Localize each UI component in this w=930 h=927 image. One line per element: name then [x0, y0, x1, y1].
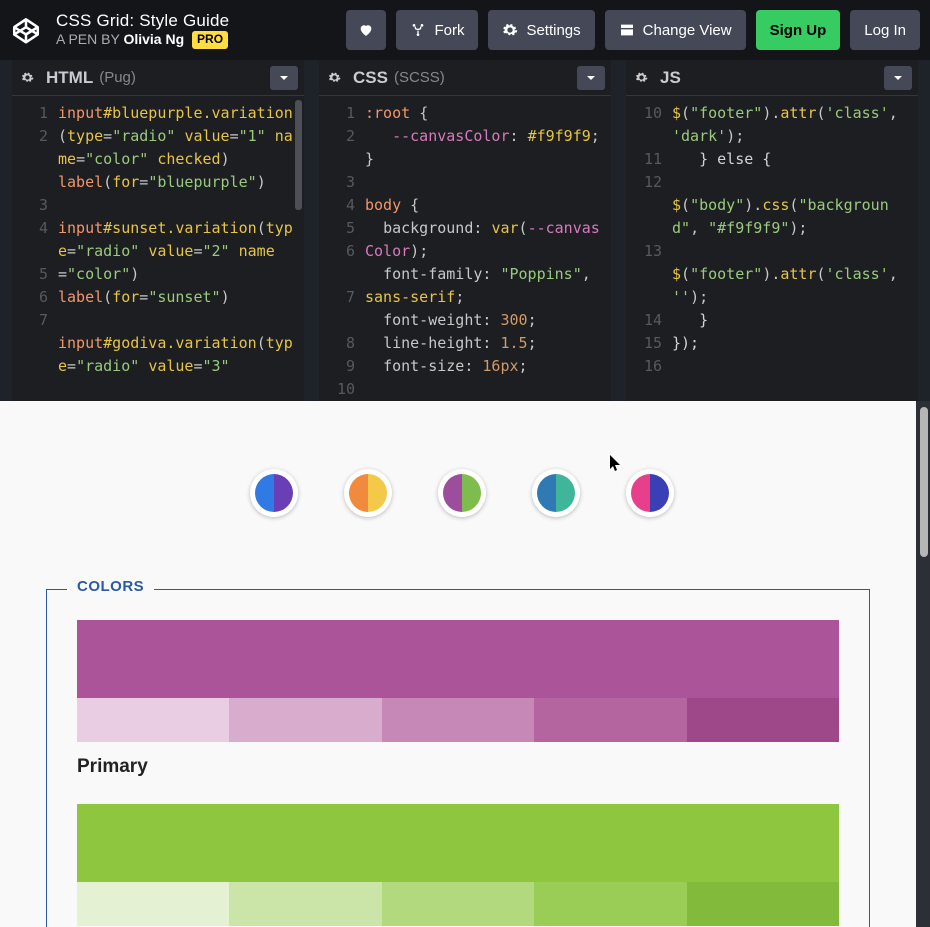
editor-css-preproc: (SCSS): [394, 69, 445, 86]
fork-button[interactable]: Fork: [396, 10, 478, 50]
palette-secondary-shades: [77, 882, 839, 926]
editor-html-code[interactable]: 1234567 input#bluepurple.variation(type=…: [12, 96, 304, 401]
log-in-button[interactable]: Log In: [850, 10, 920, 50]
chevron-down-icon: [586, 73, 596, 83]
heart-icon: [358, 22, 374, 38]
editor-js-text[interactable]: $("footer").attr('class', 'dark'); } els…: [672, 102, 918, 401]
palette-primary: Primary: [77, 620, 839, 778]
preview-scrollbar[interactable]: [920, 407, 928, 557]
codepen-logo: [10, 14, 42, 46]
palette-secondary: [77, 804, 839, 926]
gear-icon: [21, 71, 34, 84]
editor-js-code[interactable]: 10111213141516 $("footer").attr('class',…: [626, 96, 918, 401]
change-view-button[interactable]: Change View: [605, 10, 746, 50]
gear-icon: [502, 22, 518, 38]
editor-css: CSS (SCSS) 12345678910 :root { --canvasC…: [319, 60, 611, 401]
theme-swatch-sunset[interactable]: [344, 469, 392, 517]
editor-js-settings[interactable]: [626, 63, 656, 93]
editor-html-menu[interactable]: [270, 66, 298, 90]
codepen-icon: [12, 16, 40, 44]
chevron-down-icon: [893, 73, 903, 83]
theme-swatch-bluepurple[interactable]: [250, 469, 298, 517]
palette-secondary-main: [77, 804, 839, 882]
sign-up-button[interactable]: Sign Up: [756, 10, 841, 50]
editor-css-text[interactable]: :root { --canvasColor: #f9f9f9; } body {…: [365, 102, 611, 401]
editor-html-settings[interactable]: [12, 63, 42, 93]
editor-css-title: CSS: [349, 68, 392, 88]
editor-html-preproc: (Pug): [99, 69, 136, 86]
theme-swatch-pink[interactable]: [626, 469, 674, 517]
pen-author[interactable]: Olivia Ng: [123, 31, 184, 47]
theme-swatch-godiva[interactable]: [438, 469, 486, 517]
theme-swatch-teal[interactable]: [532, 469, 580, 517]
palette-primary-main: [77, 620, 839, 698]
chevron-down-icon: [279, 73, 289, 83]
app-header: CSS Grid: Style Guide A PEN BY Olivia Ng…: [0, 0, 930, 60]
editor-css-code[interactable]: 12345678910 :root { --canvasColor: #f9f9…: [319, 96, 611, 401]
fork-icon: [410, 22, 426, 38]
editor-css-settings[interactable]: [319, 63, 349, 93]
pro-badge: PRO: [192, 31, 228, 49]
pen-title[interactable]: CSS Grid: Style Guide: [56, 11, 229, 31]
editors-row: HTML (Pug) 1234567 input#bluepurple.vari…: [0, 60, 930, 401]
editor-js-gutter: 10111213141516: [626, 102, 672, 401]
editor-js: JS 10111213141516 $("footer").attr('clas…: [626, 60, 918, 401]
gear-icon: [328, 71, 341, 84]
editor-css-gutter: 12345678910: [319, 102, 365, 401]
pen-title-block: CSS Grid: Style Guide A PEN BY Olivia Ng…: [56, 11, 229, 48]
preview-frame[interactable]: COLORS Primary: [0, 401, 916, 927]
editor-css-head: CSS (SCSS): [319, 60, 611, 96]
editor-html: HTML (Pug) 1234567 input#bluepurple.vari…: [12, 60, 304, 401]
heart-button[interactable]: [346, 10, 386, 50]
theme-swatches: [0, 401, 916, 517]
colors-section: COLORS Primary: [46, 589, 870, 927]
editor-html-text[interactable]: input#bluepurple.variation(type="radio" …: [58, 102, 304, 401]
settings-button[interactable]: Settings: [488, 10, 594, 50]
preview-panel: COLORS Primary: [0, 401, 930, 927]
editor-js-head: JS: [626, 60, 918, 96]
editor-js-title: JS: [656, 68, 685, 88]
editor-html-gutter: 1234567: [12, 102, 58, 401]
palette-primary-shades: [77, 698, 839, 742]
pen-byline: A PEN BY Olivia Ng PRO: [56, 31, 229, 49]
editor-html-title: HTML: [42, 68, 97, 88]
palette-primary-label: Primary: [77, 756, 839, 778]
editor-css-menu[interactable]: [577, 66, 605, 90]
gear-icon: [635, 71, 648, 84]
editor-html-head: HTML (Pug): [12, 60, 304, 96]
colors-section-title: COLORS: [67, 578, 154, 595]
layout-icon: [619, 22, 635, 38]
editor-js-menu[interactable]: [884, 66, 912, 90]
